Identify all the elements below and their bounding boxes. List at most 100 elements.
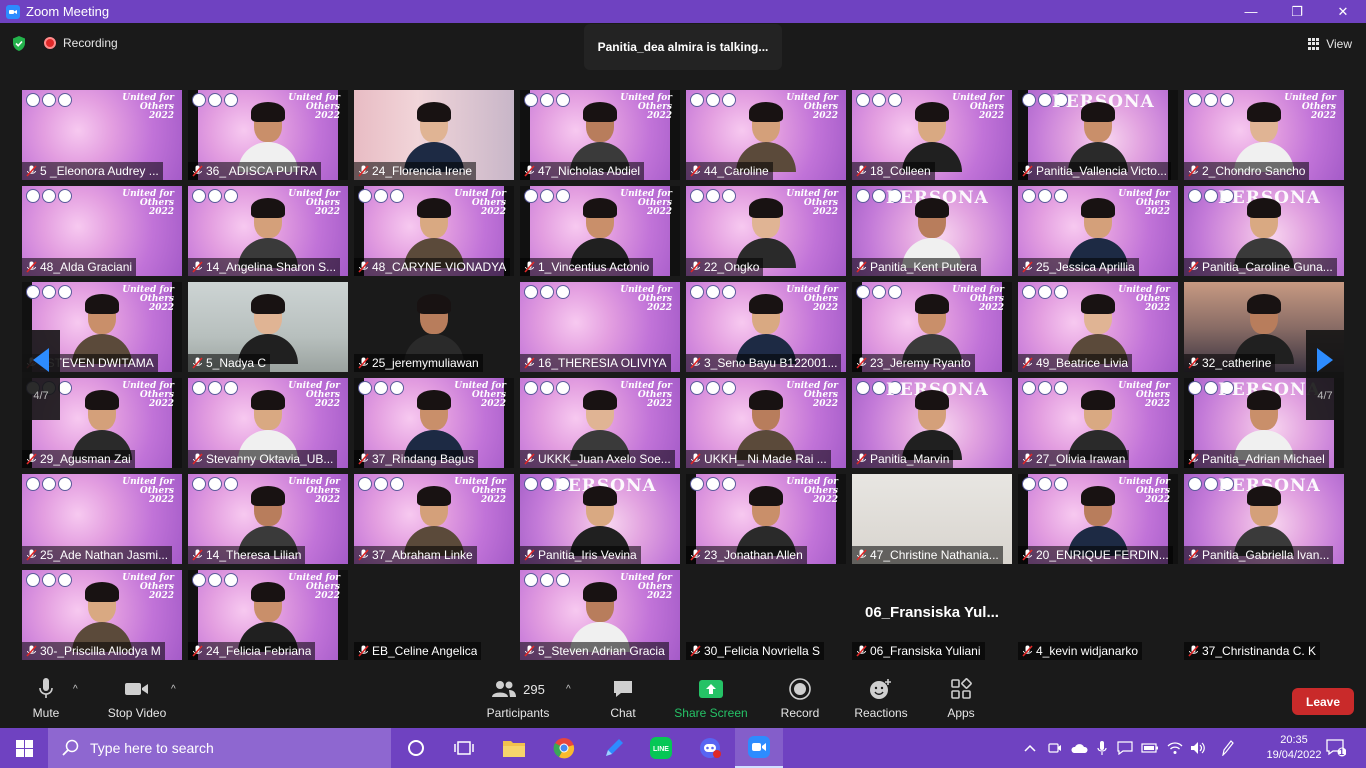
video-tile[interactable]: United for Others 2022 20_ENRIQUE FERDIN.… [1018, 474, 1178, 564]
video-tile[interactable]: PERSONAPanitia_Gabriella Ivan... [1184, 474, 1344, 564]
chat-button[interactable]: Chat [605, 668, 641, 728]
video-tile[interactable]: United for Others 2022 14_Theresa Lilian [188, 474, 348, 564]
discord-icon[interactable] [686, 728, 734, 768]
task-view-icon[interactable] [440, 728, 488, 768]
video-tile[interactable]: United for Others 2022 48_CARYNE VIONADYA [354, 186, 514, 276]
pen-workspace-icon[interactable] [1215, 728, 1239, 768]
zoom-taskbar-icon[interactable] [735, 728, 783, 768]
chrome-icon[interactable] [540, 728, 588, 768]
video-tile[interactable]: United for Others 2022 5 _Eleonora Audrey… [22, 90, 182, 180]
video-tile[interactable]: United for Others 2022 2_Chondro Sancho [1184, 90, 1344, 180]
participant-silhouette [238, 198, 298, 268]
reactions-button[interactable]: Reactions [853, 668, 909, 728]
onedrive-cloud-icon[interactable] [1068, 728, 1090, 768]
taskbar-search-box[interactable]: Type here to search [48, 728, 391, 768]
video-tile[interactable]: United for Others 2022 48_Alda Graciani [22, 186, 182, 276]
clock-time: 20:35 [1280, 734, 1308, 746]
pen-app-icon[interactable] [590, 728, 638, 768]
video-tile[interactable]: United for Others 2022 23_Jeremy Ryanto [852, 282, 1012, 372]
apps-button[interactable]: Apps [944, 668, 978, 728]
video-tile[interactable]: 5_Nadya C [188, 282, 348, 372]
stop-video-button[interactable]: Stop Video [105, 668, 169, 728]
participant-name: 5 _Eleonora Audrey ... [40, 164, 159, 178]
video-tile[interactable]: United for Others 2022 UKKK_Juan Axelo So… [520, 378, 680, 468]
notification-count: 1 [1338, 747, 1344, 757]
next-page-button[interactable]: 4/7 [1306, 330, 1344, 420]
wifi-icon[interactable] [1165, 728, 1185, 768]
video-tile[interactable]: PERSONAPanitia_Vallencia Victo... [1018, 90, 1178, 180]
notifications-button[interactable]: 1 [1322, 728, 1350, 768]
mute-button[interactable]: Mute [26, 668, 66, 728]
file-explorer-icon[interactable] [490, 728, 538, 768]
video-tile[interactable]: United for Others 2022 5_Steven Adrian Gr… [520, 570, 680, 660]
video-tile[interactable]: PERSONAPanitia_Kent Putera [852, 186, 1012, 276]
video-tile[interactable]: 25_jeremymuliawan [354, 282, 514, 372]
grid-view-icon [1308, 38, 1320, 50]
logo-icon [1188, 381, 1202, 395]
participant-name: 3_Seno Bayu B122001... [704, 356, 838, 370]
battery-icon[interactable] [1140, 728, 1160, 768]
close-button[interactable]: ✕ [1320, 0, 1366, 23]
video-tile[interactable]: 06_Fransiska Yul... 06_Fransiska Yuliani [852, 570, 1012, 660]
video-options-caret-icon[interactable]: ^ [171, 684, 176, 695]
start-button[interactable] [0, 728, 48, 768]
video-tile[interactable]: United for Others 2022 18_Colleen [852, 90, 1012, 180]
video-tile[interactable]: 30_Felicia Novriella S [686, 570, 846, 660]
video-tile[interactable]: United for Others 2022 3_Seno Bayu B12200… [686, 282, 846, 372]
share-screen-button[interactable]: Share Screen [674, 668, 748, 728]
volume-icon[interactable] [1188, 728, 1208, 768]
audio-options-caret-icon[interactable]: ^ [73, 684, 78, 695]
minimize-button[interactable]: — [1228, 0, 1274, 23]
tray-chat-icon[interactable] [1115, 728, 1135, 768]
video-tile[interactable]: United for Others 2022 30-_Priscilla Allo… [22, 570, 182, 660]
view-button[interactable]: View [1308, 37, 1352, 51]
participant-silhouette [404, 294, 464, 364]
video-tile[interactable]: PERSONAPanitia_Iris Vevina [520, 474, 680, 564]
tray-expand-chevron-icon[interactable] [1020, 728, 1040, 768]
video-tile[interactable]: United for Others 2022 49_Beatrice Livia [1018, 282, 1178, 372]
video-tile[interactable]: United for Others 2022 37_Abraham Linke [354, 474, 514, 564]
video-tile[interactable]: United for Others 2022 47_Nicholas Abdiel [520, 90, 680, 180]
record-button[interactable]: Record [778, 668, 822, 728]
video-tile[interactable]: United for Others 2022 23_Jonathan Allen [686, 474, 846, 564]
leave-button[interactable]: Leave [1292, 688, 1354, 715]
restore-button[interactable]: ❐ [1274, 0, 1320, 23]
video-tile[interactable]: United for Others 2022 16_THERESIA OLIVIY… [520, 282, 680, 372]
video-tile[interactable]: United for Others 2022 UKKH_ Ni Made Rai … [686, 378, 846, 468]
participants-options-caret-icon[interactable]: ^ [566, 684, 571, 695]
video-tile[interactable]: United for Others 2022 14_Angelina Sharon… [188, 186, 348, 276]
logo-icon [42, 573, 56, 587]
cortana-icon[interactable] [392, 728, 440, 768]
video-tile[interactable]: 24_Florencia Irene [354, 90, 514, 180]
logo-icon [556, 189, 570, 203]
video-tile[interactable]: United for Others 2022 27_Olivia Irawan [1018, 378, 1178, 468]
page-indicator-left: 4/7 [33, 390, 49, 402]
video-tile[interactable]: EB_Celine Angelica [354, 570, 514, 660]
video-tile[interactable]: PERSONAPanitia_Caroline Guna... [1184, 186, 1344, 276]
tray-camera-icon[interactable] [1045, 728, 1065, 768]
video-tile[interactable]: United for Others 2022 Stevanny Oktavia_U… [188, 378, 348, 468]
muted-microphone-icon [520, 162, 538, 180]
security-shield-icon[interactable] [11, 35, 27, 52]
video-tile[interactable]: 37_Christinanda C. K [1184, 570, 1344, 660]
video-tile[interactable]: United for Others 2022 22_Ongko [686, 186, 846, 276]
participant-silhouette [736, 198, 796, 268]
video-tile[interactable]: United for Others 2022 1_Vincentius Acton… [520, 186, 680, 276]
video-tile[interactable]: United for Others 2022 24_Felicia Febrian… [188, 570, 348, 660]
video-tile[interactable]: United for Others 2022 37_Rindang Bagus [354, 378, 514, 468]
video-tile[interactable]: 47_Christine Nathania... [852, 474, 1012, 564]
recording-indicator[interactable]: Recording [44, 36, 118, 50]
video-tile[interactable]: United for Others 2022 25_Jessica Aprilli… [1018, 186, 1178, 276]
participants-button[interactable]: 295 Participants [484, 668, 552, 728]
microphone-icon [38, 676, 54, 702]
video-tile[interactable]: United for Others 2022 25_Ade Nathan Jasm… [22, 474, 182, 564]
video-tile[interactable]: United for Others 2022 44_Caroline [686, 90, 846, 180]
previous-page-button[interactable]: 4/7 [22, 330, 60, 420]
line-app-icon[interactable]: LINE [637, 728, 685, 768]
logo-icon [690, 381, 704, 395]
tray-microphone-icon[interactable] [1093, 728, 1111, 768]
video-tile[interactable]: United for Others 2022 36_ ADISCA PUTRA [188, 90, 348, 180]
taskbar-clock[interactable]: 20:35 19/04/2022 [1265, 728, 1323, 768]
video-tile[interactable]: PERSONAPanitia_Marvin [852, 378, 1012, 468]
video-tile[interactable]: 4_kevin widjanarko [1018, 570, 1178, 660]
